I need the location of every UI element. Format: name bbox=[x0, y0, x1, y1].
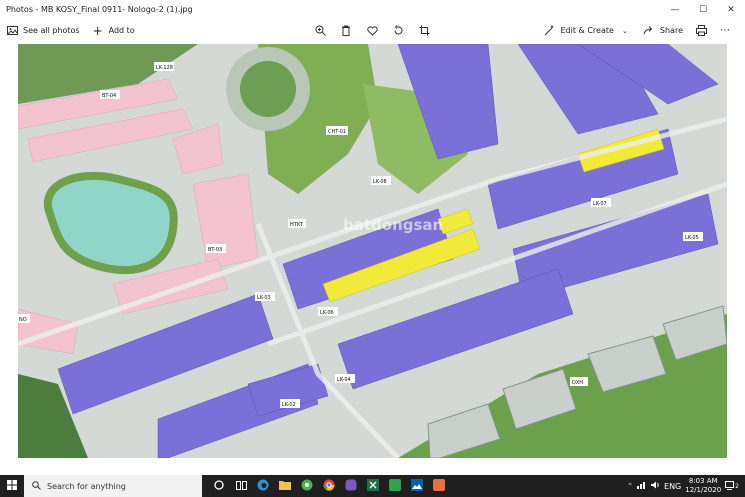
label-bt-04: BT-04 bbox=[102, 93, 116, 99]
notifications-button[interactable]: 2 bbox=[725, 480, 739, 492]
notification-count: 2 bbox=[735, 482, 739, 490]
task-view-button[interactable] bbox=[230, 475, 252, 497]
volume-icon[interactable] bbox=[651, 481, 660, 491]
title-bar: Photos - MB KOSY_Final 0911- Nologo-2 (1… bbox=[0, 0, 745, 19]
add-to-button[interactable]: + Add to bbox=[86, 19, 141, 42]
label-dxh: DXH bbox=[572, 380, 583, 386]
clock-time: 8:03 AM bbox=[688, 477, 718, 485]
green-app-icon bbox=[389, 479, 401, 493]
rotate-button[interactable] bbox=[385, 19, 411, 42]
share-label: Share bbox=[659, 26, 683, 35]
taskbar-zalo[interactable] bbox=[296, 475, 318, 497]
crop-icon bbox=[418, 25, 430, 37]
trash-icon bbox=[340, 25, 352, 37]
zoom-icon bbox=[314, 25, 326, 37]
label-no: NO bbox=[19, 317, 27, 323]
map-watermark: batdongsan bbox=[343, 216, 443, 234]
network-icon[interactable] bbox=[637, 481, 647, 491]
more-icon: ⋯ bbox=[720, 25, 730, 36]
taskbar-edge[interactable] bbox=[252, 475, 274, 497]
share-icon bbox=[643, 25, 655, 37]
print-button[interactable] bbox=[689, 19, 713, 42]
taskbar-chrome[interactable] bbox=[318, 475, 340, 497]
close-button[interactable]: ✕ bbox=[717, 0, 745, 19]
delete-button[interactable] bbox=[333, 19, 359, 42]
master-plan-image[interactable]: batdongsan LK-128 BT-04 CHT-01 LK-08 HTK… bbox=[18, 44, 727, 458]
label-lk-06: LK-06 bbox=[320, 310, 334, 316]
rotate-icon bbox=[392, 25, 404, 37]
heart-icon bbox=[366, 25, 378, 37]
taskbar-file-explorer[interactable] bbox=[274, 475, 296, 497]
share-button[interactable]: Share bbox=[637, 19, 689, 42]
more-options-button[interactable]: ⋯ bbox=[713, 19, 737, 42]
search-icon bbox=[32, 480, 41, 492]
see-all-photos-label: See all photos bbox=[23, 26, 80, 35]
task-view-icon bbox=[235, 480, 247, 492]
chat-app-icon bbox=[301, 479, 313, 493]
edit-create-label: Edit & Create bbox=[560, 26, 614, 35]
label-lk-07: LK-07 bbox=[593, 201, 607, 207]
see-all-photos-button[interactable]: See all photos bbox=[0, 19, 86, 42]
window-title: Photos - MB KOSY_Final 0911- Nologo-2 (1… bbox=[6, 5, 193, 14]
chrome-icon bbox=[323, 479, 335, 493]
zoom-button[interactable] bbox=[307, 19, 333, 42]
clock-date: 12/1/2020 bbox=[685, 486, 722, 494]
photo-gallery-icon bbox=[6, 25, 18, 37]
taskbar-viber[interactable] bbox=[340, 475, 362, 497]
label-htkt: HTKT bbox=[290, 222, 304, 228]
label-lk-04: LK-04 bbox=[337, 377, 351, 383]
label-cht-01: CHT-01 bbox=[328, 129, 346, 135]
taskbar-search-box[interactable]: Search for anything bbox=[24, 475, 202, 497]
edit-create-button[interactable]: Edit & Create ⌄ bbox=[538, 19, 637, 42]
show-hidden-icons-icon[interactable]: ⌃ bbox=[627, 482, 633, 490]
taskbar-photos[interactable] bbox=[406, 475, 428, 497]
language-indicator[interactable]: ENG bbox=[664, 482, 681, 491]
cortana-icon bbox=[214, 480, 224, 492]
minimize-button[interactable]: — bbox=[661, 0, 689, 19]
image-viewer[interactable]: batdongsan LK-128 BT-04 CHT-01 LK-08 HTK… bbox=[0, 42, 745, 462]
favorite-button[interactable] bbox=[359, 19, 385, 42]
maximize-button[interactable]: ☐ bbox=[689, 0, 717, 19]
cortana-button[interactable] bbox=[208, 475, 230, 497]
system-tray: ⌃ ENG 8:03 AM 12/1/2020 2 bbox=[627, 475, 745, 497]
label-lk-08: LK-08 bbox=[373, 179, 387, 185]
windows-taskbar: Search for anything ⌃ ENG 8:03 AM 12/1/2… bbox=[0, 475, 745, 497]
label-bt-03: BT-03 bbox=[208, 247, 222, 253]
chevron-down-icon: ⌄ bbox=[621, 26, 628, 35]
photo-toolbar: See all photos + Add to Edit & Create ⌄ … bbox=[0, 19, 745, 42]
label-lk-128: LK-128 bbox=[156, 65, 173, 71]
notification-icon bbox=[725, 480, 735, 492]
add-to-label: Add to bbox=[108, 26, 135, 35]
windows-logo-icon bbox=[7, 480, 17, 492]
start-button[interactable] bbox=[0, 475, 24, 497]
label-lk-05: LK-05 bbox=[685, 235, 699, 241]
label-lk-03: LK-03 bbox=[257, 295, 271, 301]
orange-app-icon bbox=[433, 479, 445, 493]
taskbar-app-green[interactable] bbox=[384, 475, 406, 497]
plus-icon: + bbox=[92, 23, 103, 38]
label-lk-02: LK-02 bbox=[282, 402, 296, 408]
site-plan-drawing: batdongsan LK-128 BT-04 CHT-01 LK-08 HTK… bbox=[18, 44, 727, 458]
photos-app-icon bbox=[411, 479, 423, 493]
edit-sparkle-icon bbox=[544, 25, 556, 37]
taskbar-excel[interactable] bbox=[362, 475, 384, 497]
taskbar-app-orange[interactable] bbox=[428, 475, 450, 497]
edge-icon bbox=[257, 479, 269, 493]
search-placeholder: Search for anything bbox=[47, 481, 126, 491]
excel-icon bbox=[367, 479, 379, 493]
folder-icon bbox=[279, 480, 291, 492]
clock[interactable]: 8:03 AM 12/1/2020 bbox=[685, 477, 721, 495]
crop-button[interactable] bbox=[411, 19, 437, 42]
viber-icon bbox=[345, 479, 357, 493]
printer-icon bbox=[695, 25, 707, 37]
